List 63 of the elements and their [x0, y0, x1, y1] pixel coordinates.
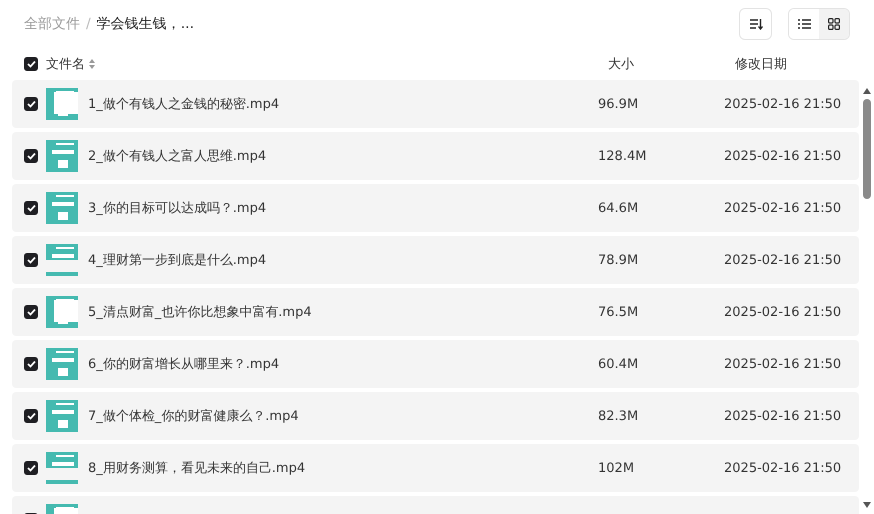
list-icon [798, 19, 810, 29]
row-checkbox[interactable] [24, 201, 38, 215]
video-thumbnail [46, 348, 78, 380]
grid-icon [828, 18, 840, 30]
name-column-header[interactable]: 文件名 [46, 55, 85, 73]
row-checkbox[interactable] [24, 97, 38, 111]
sort-icon [748, 18, 762, 30]
file-name: 7_做个体检_你的财富健康么？.mp4 [88, 408, 300, 425]
modified-date: 2025-02-16 21:50 [724, 460, 842, 476]
modified-date: 2025-02-16 21:50 [724, 304, 842, 320]
file-size: 102M [598, 460, 636, 476]
file-name: 1_做个有钱人之金钱的秘密.mp4 [88, 96, 280, 113]
file-size: 78.9M [598, 252, 640, 268]
file-name: 4_理财第一步到底是什么.mp4 [88, 252, 268, 269]
row-checkbox[interactable] [24, 357, 38, 371]
file-row[interactable]: 4_理财第一步到底是什么.mp4 78.9M 2025-02-16 21:50 [12, 236, 859, 284]
row-checkbox[interactable] [24, 305, 38, 319]
scrollbar-thumb[interactable] [862, 99, 870, 199]
file-size: 76.5M [598, 304, 640, 320]
file-name: 5_清点财富_也许你比想象中富有.mp4 [88, 304, 313, 321]
date-column-header: 修改日期 [735, 56, 787, 73]
file-name: 3_你的目标可以达成吗？.mp4 [88, 200, 268, 217]
modified-date: 2025-02-16 21:50 [724, 408, 842, 424]
size-column-header: 大小 [608, 56, 634, 73]
file-row[interactable]: 5_清点财富_也许你比想象中富有.mp4 76.5M 2025-02-16 21:50 [12, 288, 859, 336]
row-checkbox[interactable] [24, 409, 38, 423]
modified-date: 2025-02-16 21:50 [724, 356, 842, 372]
scroll-up-icon[interactable] [862, 88, 870, 94]
video-thumbnail [46, 88, 78, 120]
video-thumbnail [46, 244, 78, 276]
row-checkbox[interactable] [24, 149, 38, 163]
file-row[interactable]: 2_做个有钱人之富人思维.mp4 128.4M 2025-02-16 21:50 [12, 132, 859, 180]
modified-date: 2025-02-16 21:50 [724, 148, 842, 164]
file-size: 64.6M [598, 200, 640, 216]
modified-date: 2025-02-16 21:50 [724, 252, 842, 268]
modified-date: 2025-02-16 21:50 [724, 200, 842, 216]
file-size: 128.4M [598, 148, 648, 164]
video-thumbnail [46, 452, 78, 484]
video-thumbnail [46, 400, 78, 432]
file-row[interactable]: 7_做个体检_你的财富健康么？.mp4 82.3M 2025-02-16 21:50 [12, 392, 859, 440]
file-name: 6_你的财富增长从哪里来？.mp4 [88, 356, 280, 373]
file-size: 96.9M [598, 96, 640, 112]
file-row[interactable]: 6_你的财富增长从哪里来？.mp4 60.4M 2025-02-16 21:50 [12, 340, 859, 388]
grid-view-button[interactable] [819, 9, 849, 39]
sort-icon[interactable] [89, 59, 95, 69]
file-name: 2_做个有钱人之富人思维.mp4 [88, 148, 268, 165]
file-row[interactable]: 8_用财务测算，看见未来的自己.mp4 102M 2025-02-16 21:50 [12, 444, 859, 492]
file-size: 60.4M [598, 356, 640, 372]
video-thumbnail [46, 140, 78, 172]
row-checkbox[interactable] [24, 461, 38, 475]
select-all-checkbox[interactable] [24, 57, 38, 71]
breadcrumb-separator: / [86, 16, 91, 32]
video-thumbnail [46, 296, 78, 328]
video-thumbnail [46, 192, 78, 224]
modified-date: 2025-02-16 21:50 [724, 96, 842, 112]
file-row[interactable]: 3_你的目标可以达成吗？.mp4 64.6M 2025-02-16 21:50 [12, 184, 859, 232]
breadcrumb-current[interactable]: 学会钱生钱，... [96, 15, 194, 33]
file-row[interactable]: 1_做个有钱人之金钱的秘密.mp4 96.9M 2025-02-16 21:50 [12, 80, 859, 128]
file-name: 8_用财务测算，看见未来的自己.mp4 [88, 460, 306, 477]
row-checkbox[interactable] [24, 253, 38, 267]
sort-button[interactable] [739, 8, 772, 40]
file-size: 82.3M [598, 408, 640, 424]
scroll-down-icon[interactable] [862, 502, 870, 508]
